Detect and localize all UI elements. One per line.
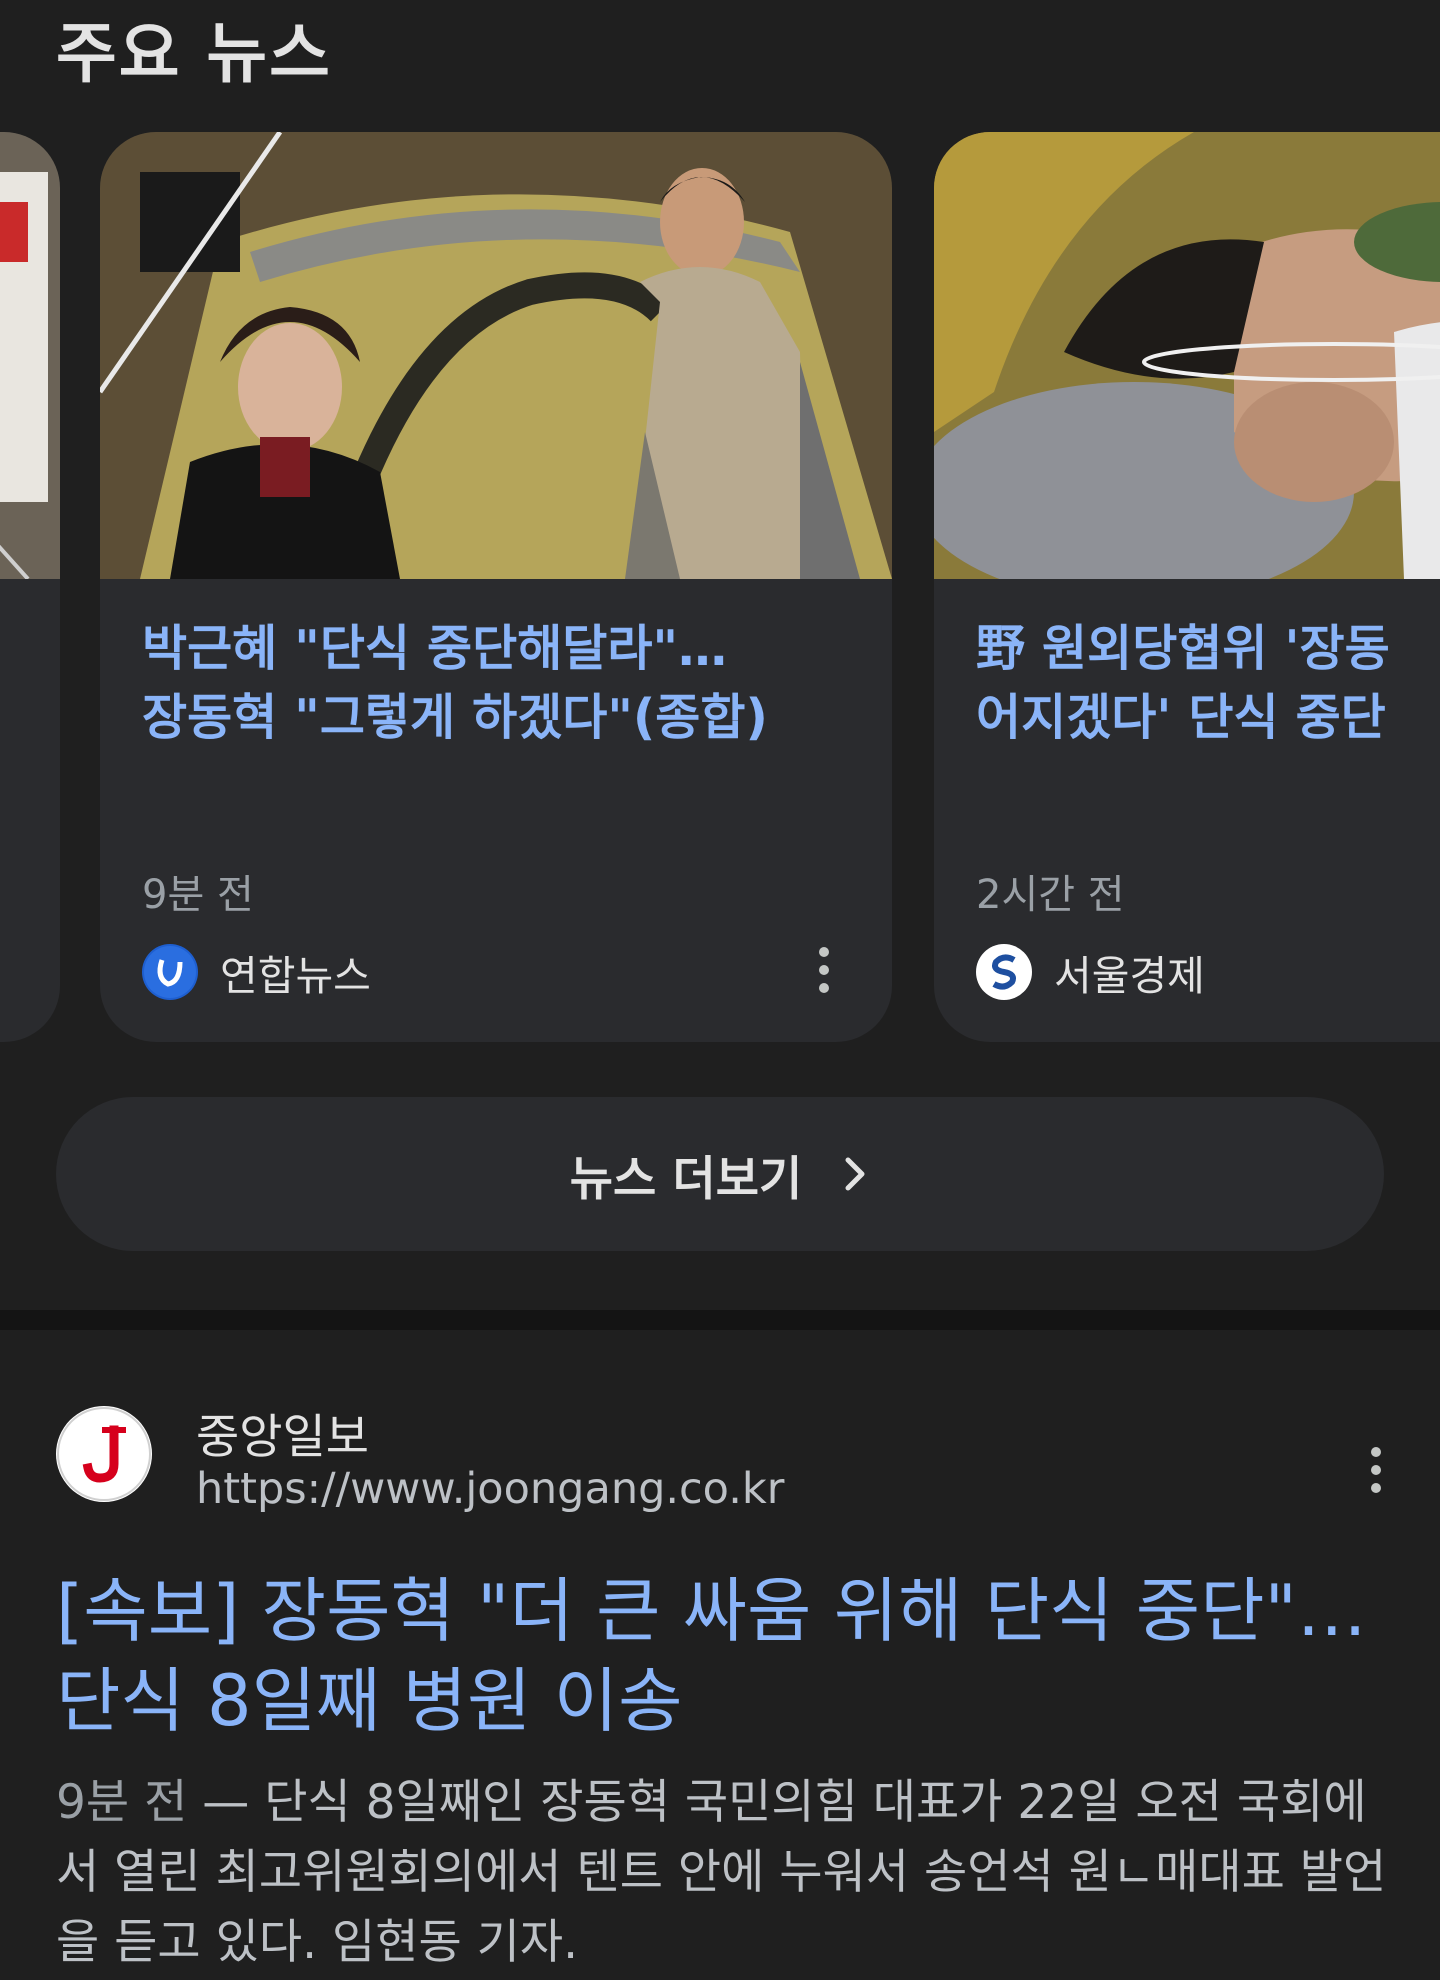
more-news-button[interactable]: 뉴스 더보기 bbox=[56, 1097, 1384, 1251]
search-result: 중앙일보 https://www.joongang.co.kr [속보] 장동혁… bbox=[0, 1330, 1440, 1980]
result-title-link[interactable]: [속보] 장동혁 "더 큰 싸움 위해 단식 중단"… 단식 8일째 병원 이송 bbox=[56, 1566, 1396, 1746]
news-card-time: 2시간 전 bbox=[976, 872, 1125, 918]
seoul-economic-logo-icon bbox=[976, 944, 1032, 1000]
result-separator: — bbox=[202, 1775, 250, 1830]
news-card[interactable]: 박근혜 "단식 중단해달라"… 장동혁 "그렇게 하겠다"(종합) 9분 전 연… bbox=[100, 132, 892, 1042]
result-snippet-text: 단식 8일째인 장동혁 국민의힘 대표가 22일 오전 국회에서 열린 최고위원… bbox=[56, 1775, 1387, 1970]
news-card-partial[interactable] bbox=[0, 132, 60, 1042]
result-date: 9분 전 bbox=[56, 1775, 188, 1830]
more-options-icon[interactable] bbox=[804, 940, 844, 1000]
more-options-icon[interactable] bbox=[1356, 1440, 1396, 1500]
result-site-name[interactable]: 중앙일보 bbox=[196, 1398, 369, 1467]
news-card-image bbox=[0, 132, 60, 579]
news-card-title[interactable]: 박근혜 "단식 중단해달라"… 장동혁 "그렇게 하겠다"(종합) bbox=[142, 614, 892, 752]
news-card-image bbox=[100, 132, 892, 579]
yonhap-logo-icon bbox=[142, 944, 198, 1000]
more-news-label: 뉴스 더보기 bbox=[569, 1151, 803, 1207]
news-card-image bbox=[934, 132, 1440, 579]
news-card-source-name: 연합뉴스 bbox=[220, 952, 371, 1000]
chevron-right-icon bbox=[842, 1154, 870, 1194]
news-card-source: 연합뉴스 bbox=[142, 942, 371, 1002]
result-url[interactable]: https://www.joongang.co.kr bbox=[196, 1464, 784, 1514]
news-card-source: 서울경제 bbox=[976, 942, 1205, 1002]
news-card-source-name: 서울경제 bbox=[1054, 952, 1205, 1000]
section-divider bbox=[0, 1310, 1440, 1330]
top-news-carousel[interactable]: 박근혜 "단식 중단해달라"… 장동혁 "그렇게 하겠다"(종합) 9분 전 연… bbox=[0, 132, 1440, 1042]
section-title: 주요 뉴스 bbox=[56, 15, 332, 92]
result-snippet: 9분 전 — 단식 8일째인 장동혁 국민의힘 대표가 22일 오전 국회에서 … bbox=[56, 1768, 1396, 1978]
news-card-time: 9분 전 bbox=[142, 872, 254, 918]
joongang-logo-icon bbox=[56, 1406, 152, 1502]
news-card[interactable]: 野 원외당협위 '장동 어지겠다' 단식 중단 2시간 전 서울경제 bbox=[934, 132, 1440, 1042]
news-card-title[interactable]: 野 원외당협위 '장동 어지겠다' 단식 중단 bbox=[976, 614, 1440, 752]
